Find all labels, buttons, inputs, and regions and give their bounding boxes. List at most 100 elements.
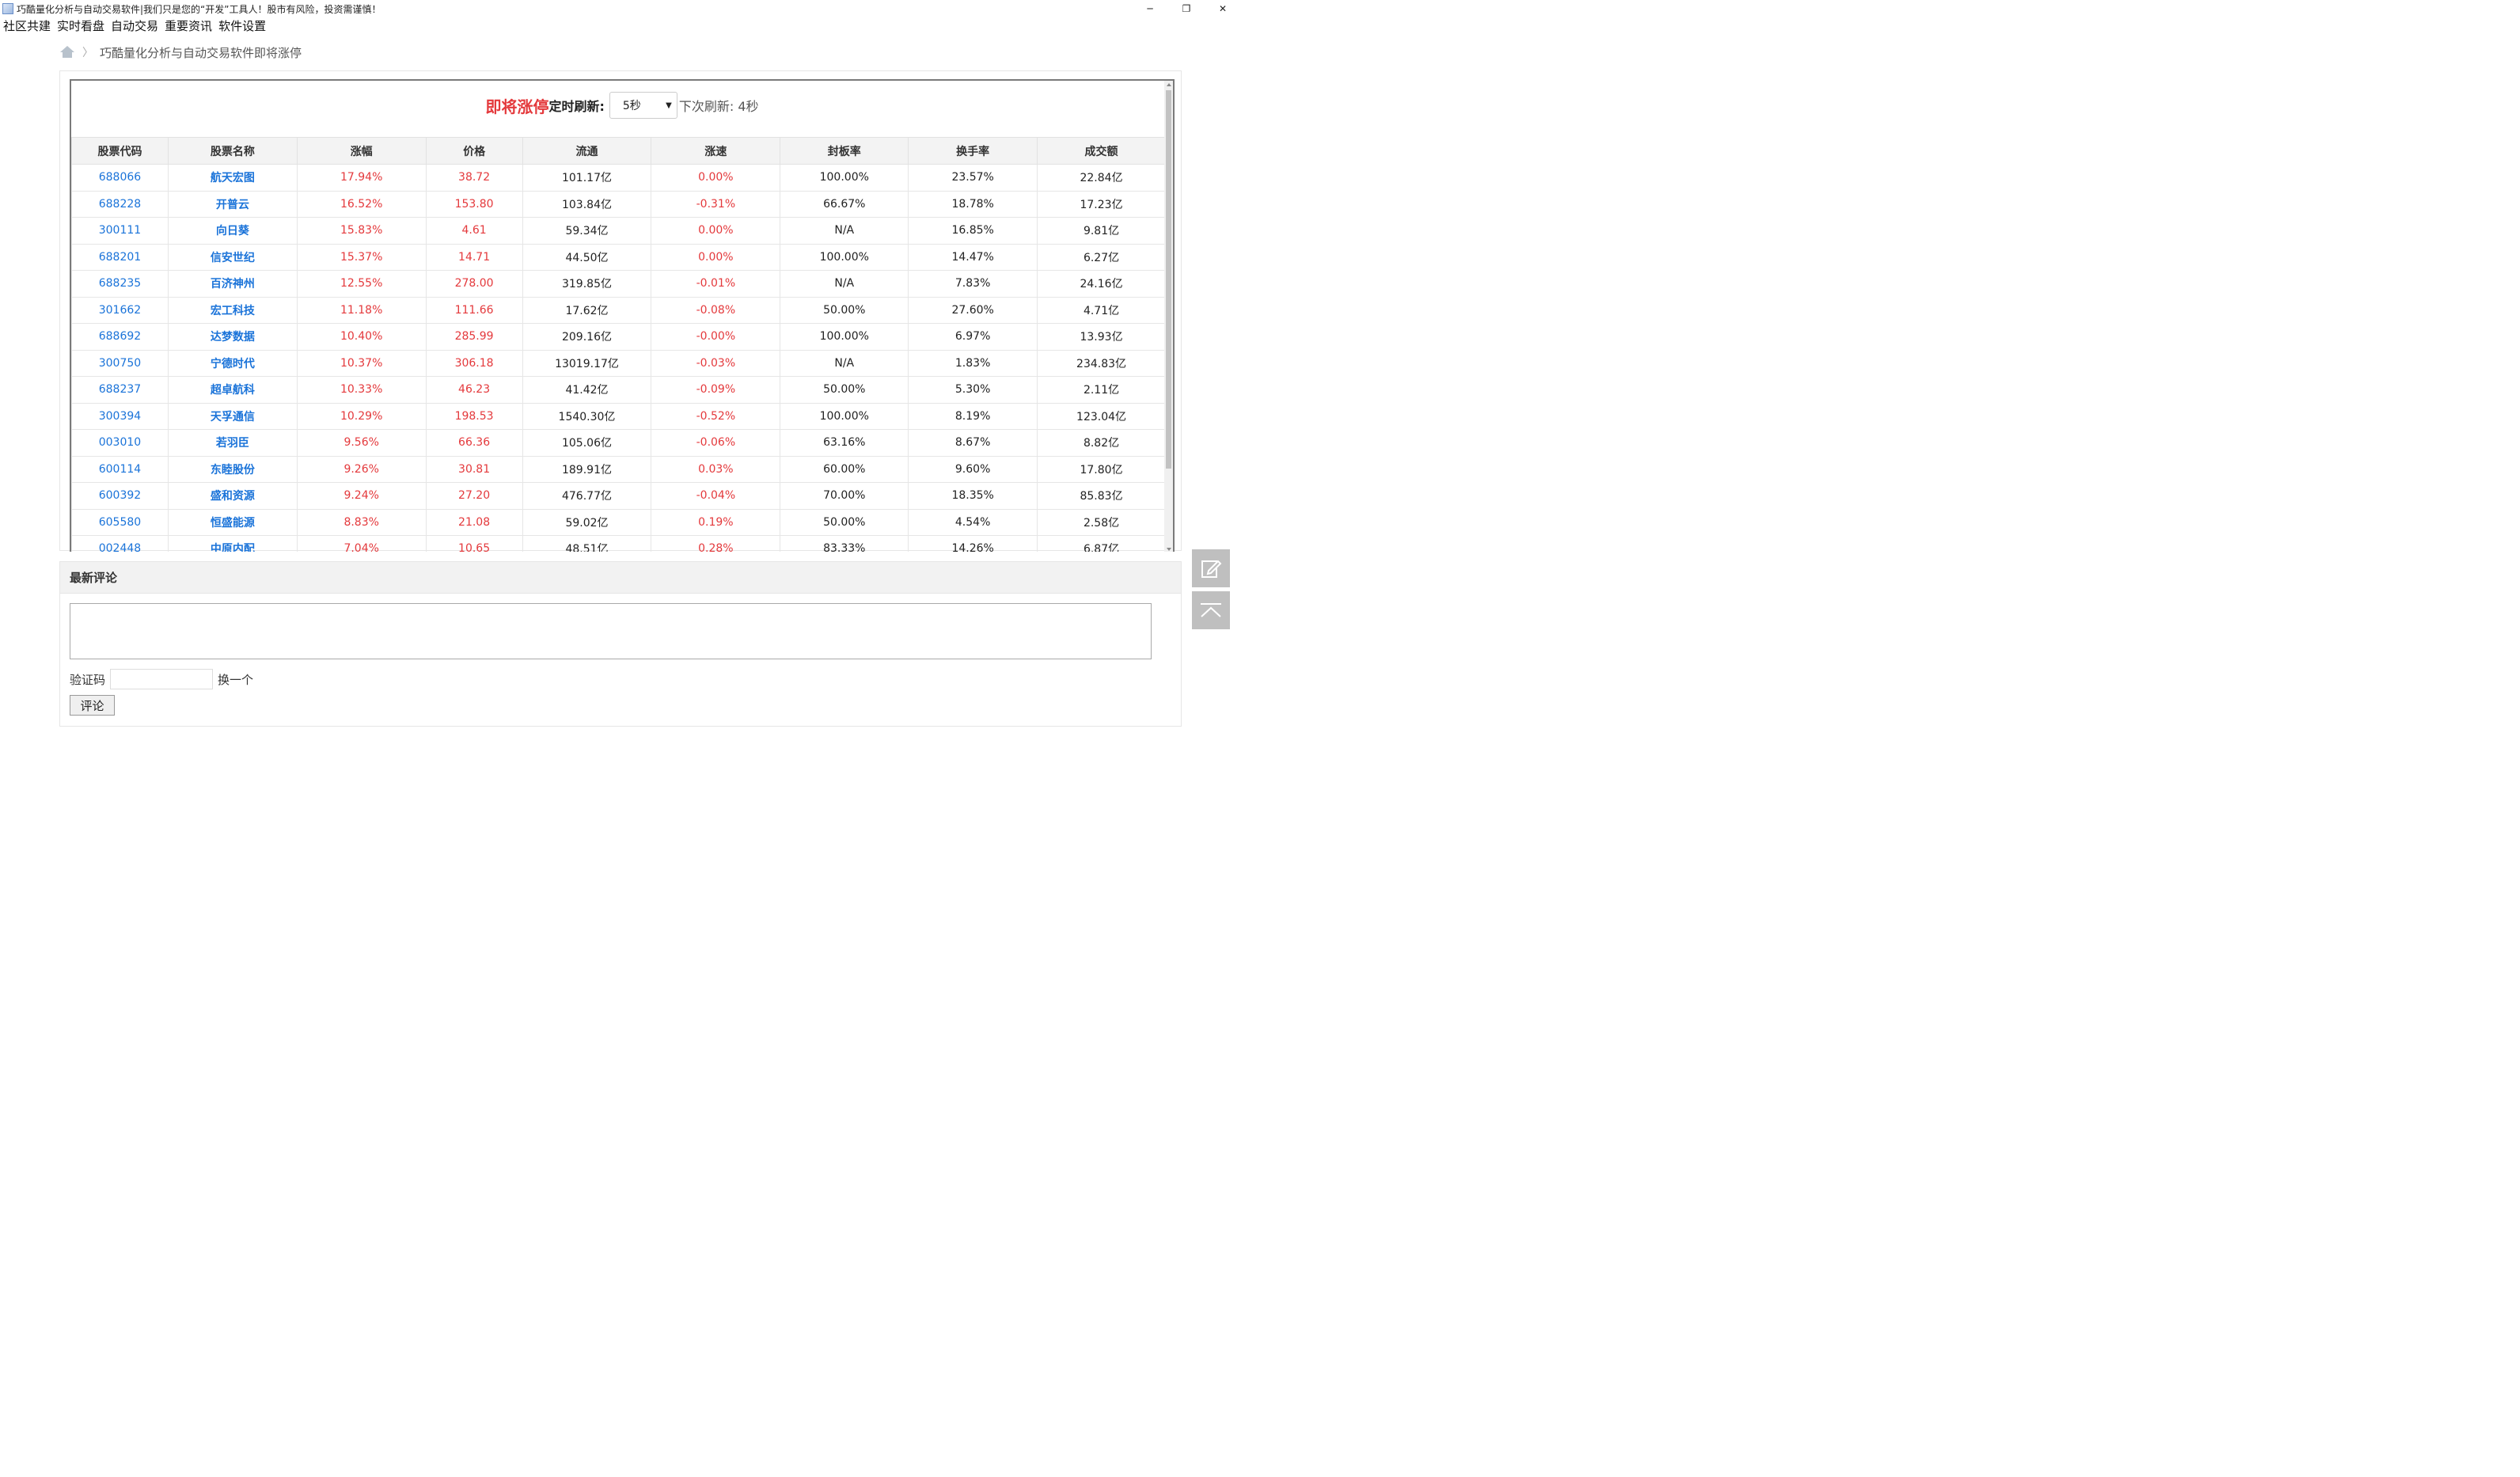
- float-cap: 13019.17亿: [522, 349, 652, 377]
- stock-name[interactable]: 达梦数据: [167, 323, 298, 351]
- turnover-rate: 5.30%: [908, 376, 1038, 404]
- float-cap: 44.50亿: [522, 243, 652, 271]
- table-row: 688228 开普云 16.52% 153.80 103.84亿 -0.31% …: [71, 190, 1166, 218]
- col-header-price[interactable]: 价格: [425, 137, 523, 165]
- stock-code[interactable]: 300750: [71, 349, 169, 377]
- stock-code[interactable]: 688237: [71, 376, 169, 404]
- comment-input[interactable]: [70, 603, 1152, 659]
- turnover-rate: 8.67%: [908, 429, 1038, 457]
- turnover-rate: 18.35%: [908, 482, 1038, 510]
- rise-speed: 0.00%: [651, 243, 781, 271]
- stock-code[interactable]: 002448: [71, 535, 169, 552]
- stock-name[interactable]: 天孚通信: [167, 402, 298, 430]
- col-header-volume[interactable]: 成交额: [1037, 137, 1166, 165]
- stock-code[interactable]: 605580: [71, 508, 169, 536]
- rise-speed: -0.06%: [651, 429, 781, 457]
- float-cap: 103.84亿: [522, 190, 652, 218]
- seal-rate: N/A: [780, 270, 909, 298]
- scroll-up-icon[interactable]: [1167, 83, 1171, 86]
- menu-news[interactable]: 重要资讯: [165, 17, 212, 34]
- trade-volume: 9.81亿: [1037, 217, 1166, 245]
- stock-code[interactable]: 688066: [71, 164, 169, 192]
- stock-name[interactable]: 开普云: [167, 190, 298, 218]
- col-header-speed[interactable]: 涨速: [651, 137, 781, 165]
- turnover-rate: 14.47%: [908, 243, 1038, 271]
- minimize-button[interactable]: ─: [1132, 0, 1168, 17]
- captcha-input[interactable]: [110, 669, 214, 689]
- col-header-name[interactable]: 股票名称: [167, 137, 298, 165]
- stock-code[interactable]: 003010: [71, 429, 169, 457]
- table-row: 002448 中原内配 7.04% 10.65 48.51亿 0.28% 83.…: [71, 535, 1166, 552]
- stock-name[interactable]: 超卓航科: [167, 376, 298, 404]
- stock-name[interactable]: 信安世纪: [167, 243, 298, 271]
- menu-community[interactable]: 社区共建: [3, 17, 51, 34]
- price: 10.65: [425, 535, 523, 552]
- float-cap: 41.42亿: [522, 376, 652, 404]
- menu-realtime[interactable]: 实时看盘: [57, 17, 104, 34]
- restore-button[interactable]: ❐: [1168, 0, 1205, 17]
- stock-name[interactable]: 百济神州: [167, 270, 298, 298]
- price: 153.80: [425, 190, 523, 218]
- seal-rate: 100.00%: [780, 243, 909, 271]
- stock-code[interactable]: 600114: [71, 455, 169, 483]
- col-header-change[interactable]: 涨幅: [296, 137, 427, 165]
- table-row: 688235 百济神州 12.55% 278.00 319.85亿 -0.01%…: [71, 270, 1166, 298]
- float-cap: 101.17亿: [522, 164, 652, 192]
- home-icon[interactable]: [60, 46, 74, 59]
- stock-name[interactable]: 恒盛能源: [167, 508, 298, 536]
- col-header-seal-rate[interactable]: 封板率: [780, 137, 909, 165]
- table-scrollbar[interactable]: [1164, 81, 1173, 552]
- back-to-top-button[interactable]: [1192, 591, 1230, 629]
- stock-name[interactable]: 东睦股份: [167, 455, 298, 483]
- seal-rate: 100.00%: [780, 164, 909, 192]
- rise-speed: 0.03%: [651, 455, 781, 483]
- trade-volume: 123.04亿: [1037, 402, 1166, 430]
- scrollbar-thumb[interactable]: [1166, 90, 1171, 469]
- col-header-code[interactable]: 股票代码: [71, 137, 169, 165]
- col-header-turnover[interactable]: 换手率: [908, 137, 1038, 165]
- rise-speed: -0.31%: [651, 190, 781, 218]
- menu-auto-trade[interactable]: 自动交易: [111, 17, 158, 34]
- menu-settings[interactable]: 软件设置: [218, 17, 266, 34]
- stock-code[interactable]: 300394: [71, 402, 169, 430]
- comment-section: 最新评论 验证码 换一个 评论: [59, 561, 1182, 727]
- app-logo-icon: [2, 3, 13, 14]
- stock-code[interactable]: 600392: [71, 482, 169, 510]
- stock-code[interactable]: 688235: [71, 270, 169, 298]
- change-pct: 17.94%: [296, 164, 427, 192]
- close-button[interactable]: ✕: [1205, 0, 1241, 17]
- stock-name[interactable]: 中原内配: [167, 535, 298, 552]
- stock-name[interactable]: 若羽臣: [167, 429, 298, 457]
- change-pct: 10.37%: [296, 349, 427, 377]
- stock-code[interactable]: 688228: [71, 190, 169, 218]
- captcha-refresh-link[interactable]: 换一个: [218, 671, 253, 688]
- trade-volume: 2.11亿: [1037, 376, 1166, 404]
- stock-code[interactable]: 688201: [71, 243, 169, 271]
- window-controls: ─ ❐ ✕: [1132, 0, 1241, 17]
- write-comment-button[interactable]: [1192, 549, 1230, 587]
- col-header-float[interactable]: 流通: [522, 137, 652, 165]
- table-row: 300394 天孚通信 10.29% 198.53 1540.30亿 -0.52…: [71, 402, 1166, 430]
- refresh-interval-value: 5秒: [622, 100, 641, 112]
- stock-name[interactable]: 航天宏图: [167, 164, 298, 192]
- change-pct: 7.04%: [296, 535, 427, 552]
- float-cap: 476.77亿: [522, 482, 652, 510]
- submit-comment-button[interactable]: 评论: [70, 695, 115, 716]
- seal-rate: 100.00%: [780, 323, 909, 351]
- stock-code[interactable]: 688692: [71, 323, 169, 351]
- stock-code[interactable]: 301662: [71, 296, 169, 324]
- stock-name[interactable]: 盛和资源: [167, 482, 298, 510]
- stock-name[interactable]: 宏工科技: [167, 296, 298, 324]
- stock-name[interactable]: 向日葵: [167, 217, 298, 245]
- table-row: 688201 信安世纪 15.37% 14.71 44.50亿 0.00% 10…: [71, 243, 1166, 271]
- stock-code[interactable]: 300111: [71, 217, 169, 245]
- price: 27.20: [425, 482, 523, 510]
- captcha-row: 验证码 换一个: [70, 668, 253, 690]
- scroll-down-icon[interactable]: [1167, 548, 1171, 551]
- stock-name[interactable]: 宁德时代: [167, 349, 298, 377]
- breadcrumb-separator: 〉: [82, 47, 93, 59]
- trade-volume: 234.83亿: [1037, 349, 1166, 377]
- turnover-rate: 6.97%: [908, 323, 1038, 351]
- change-pct: 12.55%: [296, 270, 427, 298]
- refresh-interval-select[interactable]: 5秒 ▼: [609, 92, 677, 119]
